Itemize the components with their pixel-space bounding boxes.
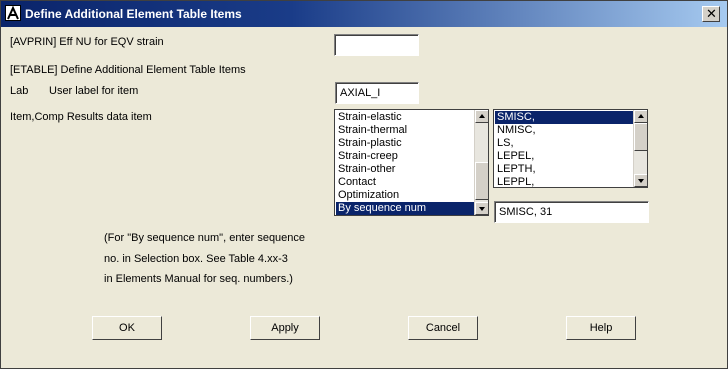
etable-heading: [ETABLE] Define Additional Element Table… [10, 64, 246, 76]
arrow-down-icon [479, 207, 485, 211]
apply-button[interactable]: Apply [250, 316, 320, 340]
lab-desc-label: User label for item [49, 85, 139, 97]
list-item[interactable]: Contact [336, 176, 474, 189]
scroll-down-button[interactable] [475, 202, 488, 215]
avprin-input[interactable] [334, 34, 419, 56]
help-button[interactable]: Help [566, 316, 636, 340]
list-item[interactable]: NMISC, [495, 124, 633, 137]
results-category-list[interactable]: Strain-elastic Strain-thermal Strain-plast… [334, 109, 489, 216]
arrow-down-icon [638, 179, 644, 183]
lab-input[interactable] [335, 82, 419, 104]
item-comp-label: Item,Comp Results data item [10, 111, 152, 123]
list-item[interactable]: By sequence num [336, 202, 474, 215]
list-item[interactable]: Strain-creep [336, 150, 474, 163]
avprin-label: [AVPRIN] Eff NU for EQV strain [10, 36, 164, 48]
close-button[interactable]: ✕ [702, 6, 720, 22]
arrow-up-icon [638, 114, 644, 118]
scroll-up-button[interactable] [634, 110, 647, 123]
scroll-down-button[interactable] [634, 174, 647, 187]
list-item[interactable]: SMISC, [495, 111, 633, 124]
list-item[interactable]: LEPTH, [495, 163, 633, 176]
list-item[interactable]: LEPPL, [495, 176, 633, 187]
selection-input[interactable] [494, 201, 649, 223]
dialog-window: Define Additional Element Table Items ✕ … [0, 0, 728, 369]
note-line-2: no. in Selection box. See Table 4.xx-3 [104, 253, 288, 265]
list-item[interactable]: Strain-other [336, 163, 474, 176]
list-item[interactable]: LS, [495, 137, 633, 150]
category-list-scrollbar[interactable] [474, 110, 488, 215]
lab-key-label: Lab [10, 85, 29, 97]
window-title: Define Additional Element Table Items [25, 7, 242, 21]
component-list-scrollbar[interactable] [633, 110, 647, 187]
scroll-thumb[interactable] [634, 123, 647, 151]
list-item[interactable]: Strain-elastic [336, 111, 474, 124]
list-item[interactable]: Optimization [336, 189, 474, 202]
title-bar[interactable]: Define Additional Element Table Items ✕ [1, 1, 727, 27]
scroll-thumb[interactable] [475, 162, 488, 200]
note-line-1: (For "By sequence num", enter sequence [104, 232, 306, 244]
component-list[interactable]: SMISC, NMISC, LS, LEPEL, LEPTH, LEPPL, [493, 109, 648, 188]
scroll-up-button[interactable] [475, 110, 488, 123]
list-item[interactable]: Strain-plastic [336, 137, 474, 150]
list-item[interactable]: LEPEL, [495, 150, 633, 163]
cancel-button[interactable]: Cancel [408, 316, 478, 340]
ansys-logo-icon [5, 5, 21, 21]
close-icon: ✕ [706, 6, 717, 21]
list-item[interactable]: Strain-thermal [336, 124, 474, 137]
arrow-up-icon [479, 114, 485, 118]
note-line-3: in Elements Manual for seq. numbers.) [104, 273, 293, 285]
ok-button[interactable]: OK [92, 316, 162, 340]
